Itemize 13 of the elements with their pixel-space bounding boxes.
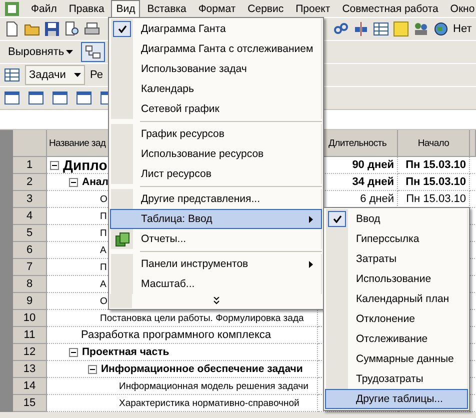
toolbar-text: Нет bbox=[453, 23, 472, 35]
task-name: Анал bbox=[82, 176, 108, 188]
task-name-cell: Постановка цели работы. Формулировка зада bbox=[47, 310, 318, 327]
start-date-cell: Пн 15.03.10 bbox=[398, 191, 470, 208]
start-date-cell: Пн 15.03.10 bbox=[398, 157, 470, 174]
start-date-cell: Пн 15.03.10 bbox=[398, 174, 470, 191]
toolbar-label: Ре bbox=[90, 69, 103, 81]
task-name-cell: Разработка программного комплекса bbox=[47, 327, 318, 344]
task-name: Информационное обеспечение задачи bbox=[101, 363, 303, 375]
task-name-cell: Характеристика нормативно-справочной bbox=[47, 395, 318, 412]
task-name: Проектная часть bbox=[82, 346, 170, 358]
task-name: Дипло bbox=[63, 157, 108, 173]
task-name-cell: Информационная модель решения задачи bbox=[47, 378, 318, 395]
